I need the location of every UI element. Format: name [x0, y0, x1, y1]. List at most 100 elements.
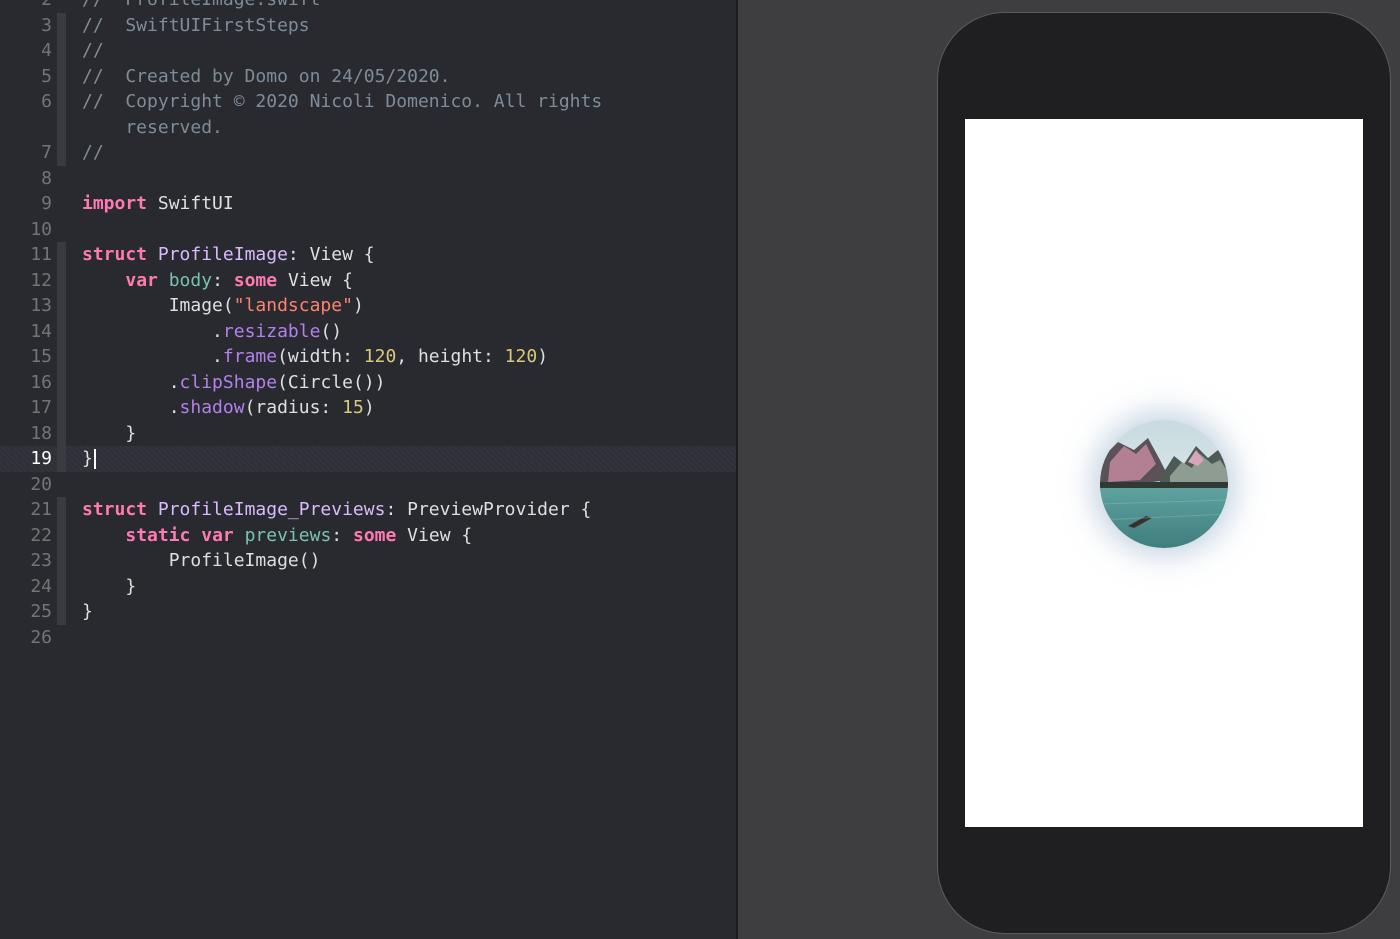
code-text: } — [82, 446, 96, 472]
line-number: 11 — [30, 244, 52, 265]
code-line[interactable]: 7 // — [0, 140, 736, 166]
code-token: } — [82, 575, 137, 597]
code-text: .resizable() — [82, 319, 342, 345]
code-line[interactable]: 23 ProfileImage() — [0, 548, 736, 574]
code-line[interactable]: 17 .shadow(radius: 15) — [0, 395, 736, 421]
device-screen — [965, 119, 1363, 827]
line-number: 15 — [30, 346, 52, 367]
code-token: // — [82, 142, 104, 163]
code-line[interactable]: 8 — [0, 166, 736, 192]
code-line[interactable]: 25} — [0, 599, 736, 625]
line-number: 19 — [30, 448, 52, 469]
code-line[interactable]: 2 // ProfileImage.swift — [0, 0, 736, 13]
code-line[interactable]: 21 struct ProfileImage_Previews: PreviewP… — [0, 497, 736, 523]
code-text: // ProfileImage.swift — [82, 0, 320, 13]
code-token: body — [157, 269, 213, 291]
code-line[interactable]: 15 .frame(width: 120, height: 120) — [0, 344, 736, 370]
code-line[interactable]: 13 Image("landscape") — [0, 293, 736, 319]
code-line[interactable]: 10 — [0, 217, 736, 243]
code-token: } — [82, 448, 93, 469]
code-token: 120 — [363, 346, 397, 367]
code-text: var body: some View { — [82, 268, 353, 294]
code-token: // — [82, 40, 104, 61]
code-token: View { — [396, 524, 473, 546]
code-text: Image("landscape") — [82, 293, 364, 319]
code-text: struct ProfileImage: View { — [82, 242, 375, 268]
line-number: 3 — [41, 14, 52, 36]
code-line[interactable]: 4 // — [0, 38, 736, 64]
code-token: static — [125, 524, 191, 546]
code-line[interactable]: 9 import SwiftUI — [0, 191, 736, 217]
code-text: // Created by Domo on 24/05/2020. — [82, 64, 450, 90]
code-line[interactable]: 19} — [0, 446, 736, 472]
change-bar — [57, 12, 66, 166]
code-line[interactable]: 5 // Created by Domo on 24/05/2020. — [0, 64, 736, 90]
code-token: (Circle()) — [277, 371, 386, 393]
line-number: 8 — [41, 167, 52, 189]
code-editor[interactable]: 2 // ProfileImage.swift 3 // SwiftUIFirstSt… — [0, 0, 736, 939]
line-number: 25 — [30, 601, 52, 622]
code-text: .frame(width: 120, height: 120) — [82, 344, 548, 370]
code-token: var — [125, 269, 158, 291]
code-token: frame — [222, 346, 278, 367]
code-text: struct ProfileImage_Previews: PreviewPro… — [82, 497, 591, 523]
code-token: reserved. — [82, 116, 223, 138]
code-token: // ProfileImage.swift — [82, 0, 320, 10]
code-token: // Created by Domo on 24/05/2020. — [82, 65, 451, 87]
code-token: 15 — [342, 397, 364, 418]
code-token: . — [82, 397, 180, 418]
code-token: View { — [277, 269, 353, 291]
profile-image — [1100, 420, 1228, 548]
code-line[interactable]: 18 } — [0, 421, 736, 447]
code-line[interactable]: 26 — [0, 625, 736, 651]
code-token: ProfileImage — [147, 244, 288, 265]
code-line[interactable]: 14 .resizable() — [0, 319, 736, 345]
code-line[interactable]: 3 // SwiftUIFirstSteps — [0, 13, 736, 39]
line-number: 4 — [41, 40, 52, 61]
code-token: . — [82, 371, 180, 393]
code-line[interactable]: 22 static var previews: some View { — [0, 523, 736, 549]
code-token: struct — [82, 244, 148, 265]
code-line[interactable]: 12 var body: some View { — [0, 268, 736, 294]
code-text: import SwiftUI — [82, 191, 234, 217]
code-token: ) — [537, 346, 549, 367]
line-number: 5 — [41, 65, 52, 87]
code-token: SwiftUI — [147, 193, 234, 214]
code-text: } — [82, 599, 93, 625]
line-number: 17 — [30, 397, 52, 418]
code-text: reserved. — [82, 115, 223, 141]
code-token: . — [82, 346, 223, 367]
code-token: ProfileImage() — [82, 550, 321, 571]
line-number: 2 — [0, 0, 52, 13]
line-number: 23 — [30, 550, 52, 571]
text-cursor — [93, 449, 96, 469]
code-line[interactable]: 20 — [0, 472, 736, 498]
landscape-image — [1100, 420, 1228, 548]
code-text: } — [82, 421, 136, 447]
code-token: . — [82, 320, 223, 342]
code-line[interactable]: 6 // Copyright © 2020 Nicoli Domenico. Al… — [0, 89, 736, 115]
code-token: ) — [352, 295, 364, 316]
code-token: struct — [82, 499, 148, 520]
line-number: 14 — [30, 320, 52, 342]
code-line[interactable]: 11 struct ProfileImage: View { — [0, 242, 736, 268]
code-token: : — [331, 524, 353, 546]
code-text: // SwiftUIFirstSteps — [82, 13, 310, 39]
code-token: } — [82, 422, 137, 444]
code-line[interactable]: reserved. — [0, 115, 736, 141]
line-number: 10 — [30, 218, 52, 240]
code-token: "landscape" — [233, 295, 353, 316]
device-frame — [937, 12, 1391, 934]
code-token: : — [212, 269, 234, 291]
line-number: 24 — [30, 575, 52, 597]
line-number: 18 — [30, 422, 52, 444]
code-line[interactable]: 16 .clipShape(Circle()) — [0, 370, 736, 396]
code-token: // SwiftUIFirstSteps — [82, 14, 310, 36]
code-token: ) — [363, 397, 375, 418]
code-line[interactable]: 24 } — [0, 574, 736, 600]
line-number: 26 — [30, 626, 52, 648]
change-bar — [57, 497, 66, 625]
